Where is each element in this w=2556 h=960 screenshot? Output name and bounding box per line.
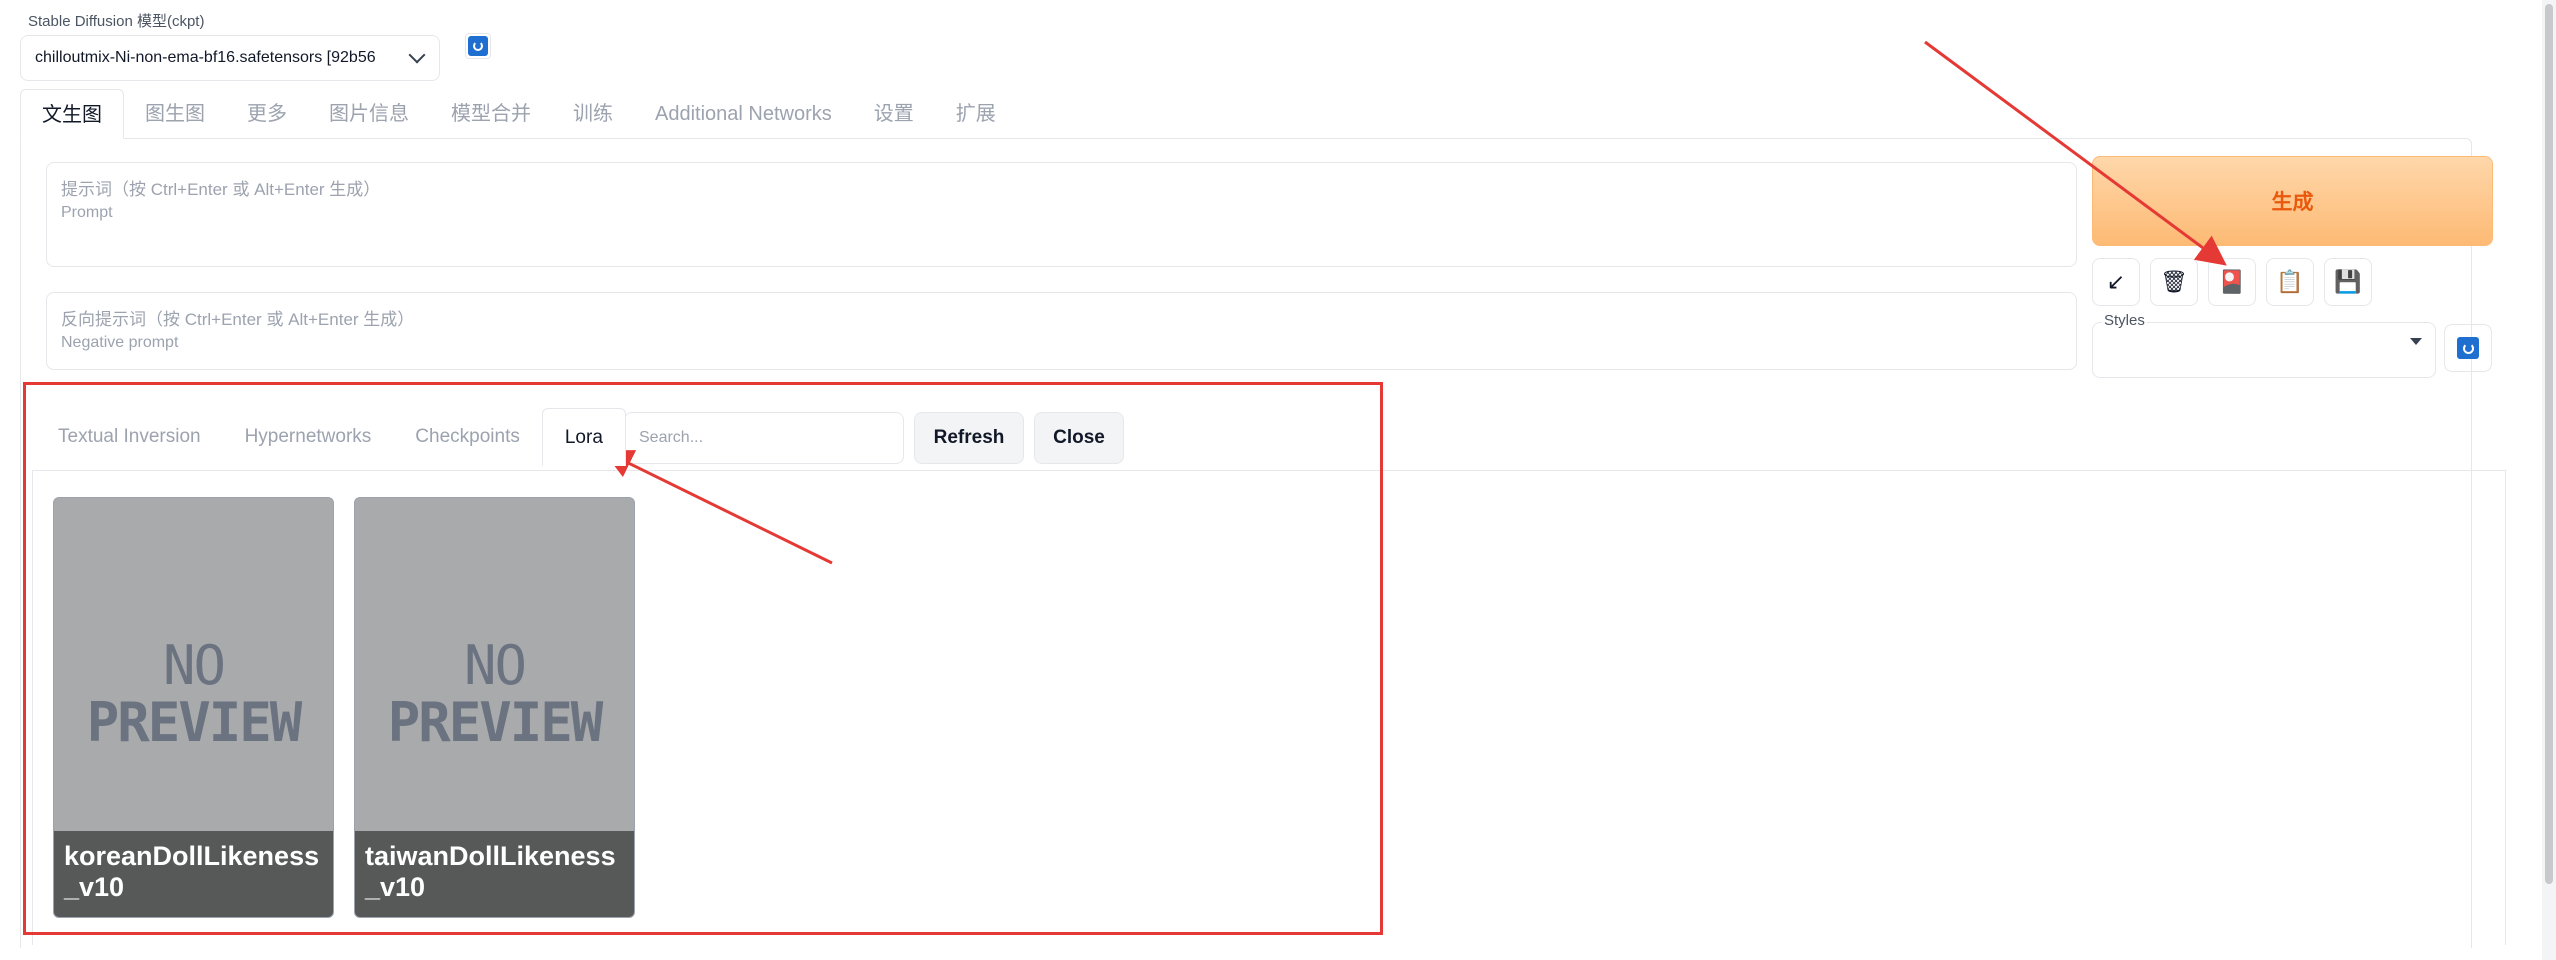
- show-extra-networks-button[interactable]: 🎴: [2208, 258, 2256, 306]
- main-tab-bar: 文生图 图生图 更多 图片信息 模型合并 训练 Additional Netwo…: [20, 89, 1017, 139]
- arrow-icon: ↙: [2106, 269, 2126, 294]
- tab-extensions[interactable]: 扩展: [935, 89, 1017, 139]
- generate-button[interactable]: 生成: [2092, 156, 2493, 246]
- negative-prompt-placeholder-en: Negative prompt: [61, 334, 179, 351]
- save-style-button[interactable]: 💾: [2324, 258, 2372, 306]
- tab-additional-networks[interactable]: Additional Networks: [634, 89, 853, 139]
- caret-down-icon: [2410, 338, 2422, 345]
- styles-dropdown[interactable]: [2092, 322, 2436, 378]
- tab-lora[interactable]: Lora: [541, 408, 626, 466]
- refresh-icon: [2457, 337, 2479, 359]
- clear-prompt-button[interactable]: 🗑: [2150, 258, 2198, 306]
- prompt-placeholder-en: Prompt: [61, 204, 113, 221]
- styles-label: Styles: [2102, 312, 2147, 329]
- apply-style-button[interactable]: 📋: [2266, 258, 2314, 306]
- model-label: Stable Diffusion 模型(ckpt): [28, 13, 205, 30]
- model-dropdown[interactable]: chilloutmix-Ni-non-ema-bf16.safetensors …: [20, 35, 440, 81]
- extra-networks-icon: 🎴: [2218, 269, 2246, 294]
- trash-icon: 🗑: [2160, 269, 2188, 294]
- negative-prompt-input[interactable]: 反向提示词（按 Ctrl+Enter 或 Alt+Enter 生成） Negat…: [46, 292, 2077, 370]
- negative-prompt-placeholder: 反向提示词（按 Ctrl+Enter 或 Alt+Enter 生成）: [61, 310, 415, 329]
- model-selected-value: chilloutmix-Ni-non-ema-bf16.safetensors …: [35, 49, 376, 66]
- tab-settings[interactable]: 设置: [853, 89, 935, 139]
- clipboard-icon: 📋: [2276, 269, 2304, 294]
- scrollbar-thumb[interactable]: [2545, 4, 2553, 884]
- model-selector-block: Stable Diffusion 模型(ckpt) chilloutmix-Ni…: [20, 10, 440, 81]
- styles-refresh-button[interactable]: [2444, 324, 2492, 372]
- prompt-input[interactable]: 提示词（按 Ctrl+Enter 或 Alt+Enter 生成） Prompt: [46, 162, 2077, 267]
- tab-checkpoint-merger[interactable]: 模型合并: [430, 89, 552, 139]
- page-scrollbar[interactable]: [2542, 0, 2556, 960]
- model-refresh-button[interactable]: [465, 33, 491, 59]
- tab-train[interactable]: 训练: [552, 89, 634, 139]
- tab-png-info[interactable]: 图片信息: [308, 89, 430, 139]
- chevron-down-icon: [408, 46, 426, 64]
- tab-txt2img[interactable]: 文生图: [20, 89, 124, 139]
- prompt-placeholder: 提示词（按 Ctrl+Enter 或 Alt+Enter 生成）: [61, 180, 381, 199]
- tab-img2img[interactable]: 图生图: [124, 89, 226, 139]
- annotation-highlight-box: [23, 382, 1383, 935]
- read-params-button[interactable]: ↙: [2092, 258, 2140, 306]
- save-icon: 💾: [2334, 269, 2362, 294]
- tab-extras[interactable]: 更多: [226, 89, 308, 139]
- refresh-icon: [468, 36, 488, 56]
